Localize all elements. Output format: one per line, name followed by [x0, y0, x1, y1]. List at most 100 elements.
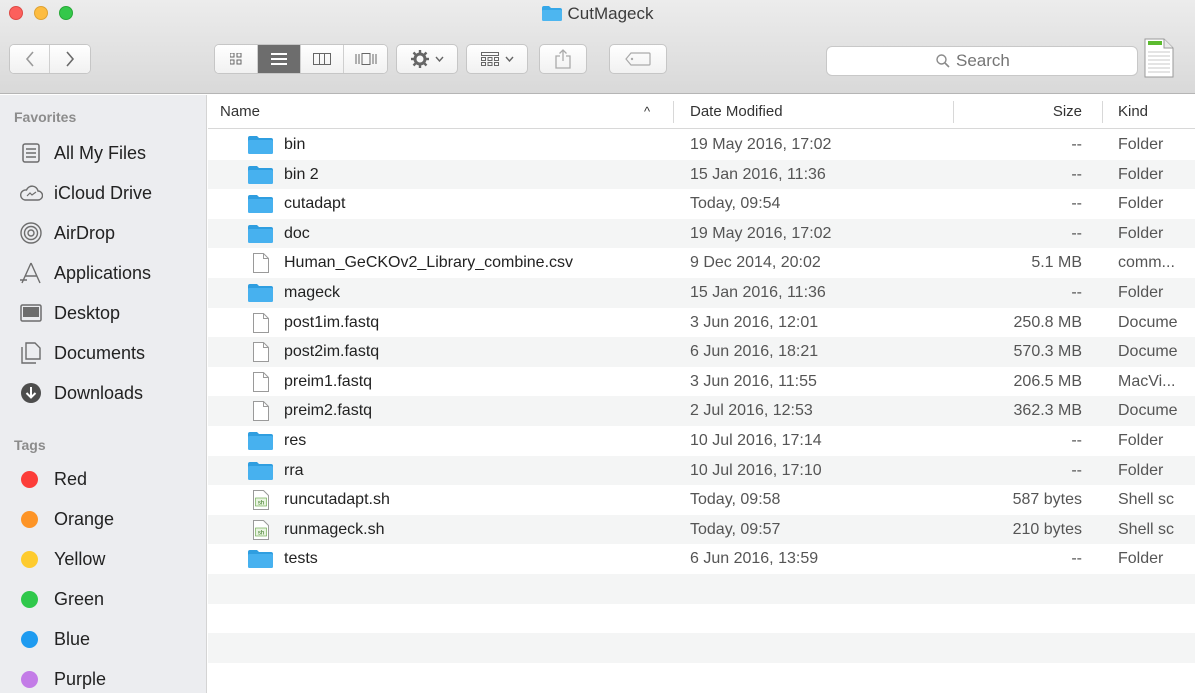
sidebar-item-label: Red	[54, 468, 88, 489]
column-view-button[interactable]	[301, 45, 344, 73]
sidebar-item-label: AirDrop	[54, 222, 116, 243]
yellow-tag-icon	[21, 550, 38, 568]
table-row[interactable]: res 10 Jul 2016, 17:14 -- Folder	[208, 426, 1195, 456]
row-name: doc	[284, 224, 310, 242]
row-date: 3 Jun 2016, 12:01	[690, 313, 819, 331]
file-list: Name ^ Date Modified Size Kind bin 19 May…	[208, 95, 1195, 693]
column-header-date-label: Date Modified	[690, 103, 783, 120]
table-row[interactable]: doc 19 May 2016, 17:02 -- Folder	[208, 218, 1195, 249]
folder-icon	[248, 224, 273, 244]
column-header-size[interactable]: Size	[954, 95, 1082, 129]
window-title: CutMageck	[0, 2, 1195, 26]
arrange-menu-button[interactable]	[466, 44, 528, 74]
row-date: 19 May 2016, 17:02	[690, 136, 832, 153]
sidebar-item-applications[interactable]: Applications	[0, 255, 206, 291]
sidebar-tag-orange[interactable]: Orange	[0, 501, 206, 537]
table-row[interactable]: bin 19 May 2016, 17:02 -- Folder	[208, 130, 1195, 160]
row-size: --	[1071, 461, 1082, 479]
row-name: runmageck.sh	[284, 520, 385, 538]
search-input[interactable]	[956, 51, 1028, 71]
sidebar-item-documents[interactable]: Documents	[0, 335, 206, 371]
folder-icon	[248, 549, 273, 569]
airdrop-icon	[18, 222, 44, 244]
document-icon	[248, 312, 273, 333]
favorites-heading: Favorites	[14, 109, 77, 125]
row-name-cell: preim2.fastq	[248, 396, 372, 426]
share-button[interactable]	[539, 44, 587, 74]
cover-flow-view-button[interactable]	[344, 45, 387, 73]
action-menu-button[interactable]	[396, 44, 458, 74]
all-files-icon	[18, 142, 44, 164]
row-kind: Folder	[1118, 224, 1164, 242]
table-row[interactable]: rra 10 Jul 2016, 17:10 -- Folder	[208, 455, 1195, 486]
sidebar-tag-blue[interactable]: Blue	[0, 621, 206, 657]
sidebar-item-all-my-files[interactable]: All My Files	[0, 135, 206, 171]
table-row[interactable]: mageck 15 Jan 2016, 11:36 -- Folder	[208, 277, 1195, 308]
green-tag-icon	[21, 590, 38, 608]
row-name-cell: res	[248, 426, 306, 456]
row-date: 10 Jul 2016, 17:14	[690, 431, 822, 449]
row-date: 19 May 2016, 17:02	[690, 224, 832, 242]
edit-tags-button[interactable]	[609, 44, 667, 74]
row-size: 362.3 MB	[1013, 402, 1082, 420]
file-rows: bin 19 May 2016, 17:02 -- Folder bin 2 15 Jan…	[208, 130, 1195, 692]
row-kind: MacVi...	[1118, 372, 1176, 390]
search-field[interactable]	[826, 46, 1138, 76]
forward-button[interactable]	[50, 45, 90, 73]
sidebar-tag-yellow[interactable]: Yellow	[0, 541, 206, 577]
tag-icon	[625, 52, 651, 66]
folder-icon	[541, 6, 562, 21]
table-row[interactable]: bin 2 15 Jan 2016, 11:36 -- Folder	[208, 159, 1195, 190]
columns-icon	[313, 53, 331, 65]
row-name-cell: bin 2	[248, 160, 319, 190]
row-kind: Docume	[1118, 343, 1178, 361]
table-row[interactable]: tests 6 Jun 2016, 13:59 -- Folder	[208, 544, 1195, 574]
document-proxy-icon[interactable]	[1144, 38, 1174, 78]
column-header-date[interactable]: Date Modified	[690, 95, 950, 129]
row-name-cell: post1im.fastq	[248, 308, 379, 338]
sidebar-item-downloads[interactable]: Downloads	[0, 375, 206, 411]
view-mode-switcher	[214, 44, 388, 74]
table-row[interactable]: post2im.fastq 6 Jun 2016, 18:21 570.3 MB Do…	[208, 337, 1195, 367]
row-size: 210 bytes	[1012, 520, 1082, 538]
back-button[interactable]	[10, 45, 50, 73]
table-row[interactable]: sh runcutadapt.sh Today, 09:58 587 bytes She…	[208, 485, 1195, 515]
row-name: mageck	[284, 283, 341, 301]
row-name: cutadapt	[284, 195, 346, 213]
sidebar-item-airdrop[interactable]: AirDrop	[0, 215, 206, 251]
column-divider[interactable]	[673, 101, 674, 123]
icon-view-button[interactable]	[215, 45, 258, 73]
column-header-name-label: Name	[220, 103, 261, 120]
sidebar-tag-red[interactable]: Red	[0, 461, 206, 497]
sidebar-tag-green[interactable]: Green	[0, 581, 206, 617]
table-row[interactable]: post1im.fastq 3 Jun 2016, 12:01 250.8 MB Do…	[208, 308, 1195, 338]
sidebar-item-label: Green	[54, 588, 105, 609]
downloads-icon	[18, 382, 44, 404]
sidebar-tag-purple[interactable]: Purple	[0, 661, 206, 693]
sidebar-item-label: Orange	[54, 508, 115, 529]
table-row[interactable]: preim2.fastq 2 Jul 2016, 12:53 362.3 MB Doc…	[208, 396, 1195, 426]
column-divider[interactable]	[1102, 101, 1103, 123]
table-row[interactable]: cutadapt Today, 09:54 -- Folder	[208, 189, 1195, 219]
row-kind: Docume	[1118, 402, 1178, 420]
row-kind: Docume	[1118, 313, 1178, 331]
row-name: tests	[284, 550, 318, 568]
table-row[interactable]: preim1.fastq 3 Jun 2016, 11:55 206.5 MB Mac…	[208, 367, 1195, 397]
red-tag-icon	[21, 470, 38, 488]
sidebar-item-desktop[interactable]: Desktop	[0, 295, 206, 331]
list-view-button[interactable]	[258, 45, 301, 73]
row-size: 250.8 MB	[1013, 313, 1082, 331]
sidebar-item-icloud-drive[interactable]: iCloud Drive	[0, 175, 206, 211]
table-row[interactable]: sh runmageck.sh Today, 09:57 210 bytes Shell…	[208, 514, 1195, 545]
column-header-name[interactable]: Name	[220, 95, 660, 129]
row-kind: Folder	[1118, 136, 1164, 153]
blue-tag-icon	[21, 630, 38, 648]
sidebar-item-label: Blue	[54, 628, 91, 649]
sidebar-item-label: Purple	[54, 668, 107, 689]
column-header-kind[interactable]: Kind	[1118, 95, 1195, 129]
row-name: rra	[284, 461, 304, 479]
row-size: 206.5 MB	[1013, 372, 1082, 390]
row-kind: Folder	[1118, 461, 1164, 479]
table-row[interactable]: Human_GeCKOv2_Library_combine.csv 9 Dec 2…	[208, 248, 1195, 278]
row-kind: comm...	[1118, 254, 1175, 272]
